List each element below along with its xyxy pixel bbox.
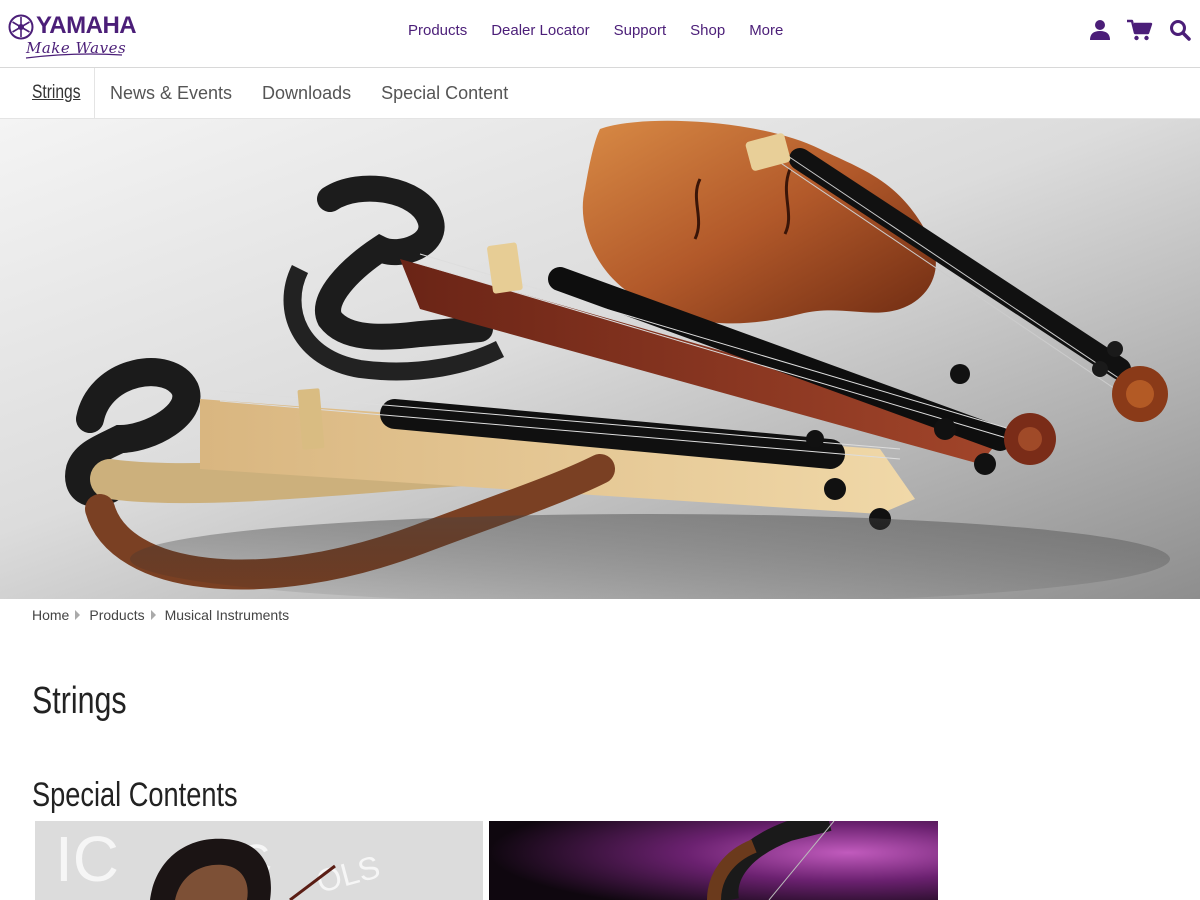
utility-icons bbox=[1080, 14, 1200, 46]
brand-name: YAMAHA bbox=[36, 12, 137, 39]
yamaha-logo[interactable]: YAMAHA Make Waves bbox=[8, 12, 137, 60]
hero-image bbox=[0, 119, 1200, 599]
page-title-text: Strings bbox=[32, 680, 127, 722]
breadcrumb-separator-icon bbox=[75, 610, 81, 620]
sub-nav: Strings News & Events Downloads Special … bbox=[0, 68, 1200, 119]
section-title-text: Special Contents bbox=[32, 776, 238, 814]
section-title: Special Contents bbox=[32, 776, 289, 815]
violins-illustration bbox=[65, 120, 1170, 599]
nav-dealer-locator[interactable]: Dealer Locator bbox=[479, 20, 601, 42]
nav-products[interactable]: Products bbox=[396, 20, 479, 42]
tab-downloads[interactable]: Downloads bbox=[262, 83, 351, 104]
site-header: YAMAHA Make Waves Products Dealer Locato… bbox=[0, 0, 1200, 68]
page-title: Strings bbox=[32, 680, 150, 723]
tab-special-content[interactable]: Special Content bbox=[381, 83, 508, 104]
student-violinist-photo: IC SC OLS bbox=[35, 821, 483, 900]
breadcrumb: Home Products Musical Instruments bbox=[32, 607, 289, 623]
main-nav: Products Dealer Locator Support Shop Mor… bbox=[396, 20, 795, 42]
subnav-current-strings[interactable]: Strings bbox=[0, 68, 95, 118]
breadcrumb-home[interactable]: Home bbox=[32, 607, 69, 623]
search-icon[interactable] bbox=[1160, 14, 1200, 46]
electric-violin-purple-photo bbox=[489, 821, 938, 900]
special-content-cards: IC SC OLS bbox=[35, 821, 944, 900]
subnav-tabs: News & Events Downloads Special Content bbox=[110, 68, 538, 118]
tagline-swoosh bbox=[25, 53, 123, 59]
cart-icon[interactable] bbox=[1120, 14, 1160, 46]
nav-more[interactable]: More bbox=[737, 20, 795, 42]
svg-text:IC: IC bbox=[55, 823, 119, 895]
special-content-card-2[interactable] bbox=[489, 821, 938, 900]
subnav-current-label: Strings bbox=[32, 82, 81, 103]
tuning-fork-emblem-icon bbox=[8, 14, 34, 40]
breadcrumb-products[interactable]: Products bbox=[89, 607, 144, 623]
tab-news-events[interactable]: News & Events bbox=[110, 83, 232, 104]
special-content-card-1[interactable]: IC SC OLS bbox=[35, 821, 483, 900]
nav-shop[interactable]: Shop bbox=[678, 20, 737, 42]
nav-support[interactable]: Support bbox=[602, 20, 679, 42]
user-icon[interactable] bbox=[1080, 14, 1120, 46]
breadcrumb-musical-instruments[interactable]: Musical Instruments bbox=[165, 607, 289, 623]
breadcrumb-separator-icon bbox=[150, 610, 156, 620]
